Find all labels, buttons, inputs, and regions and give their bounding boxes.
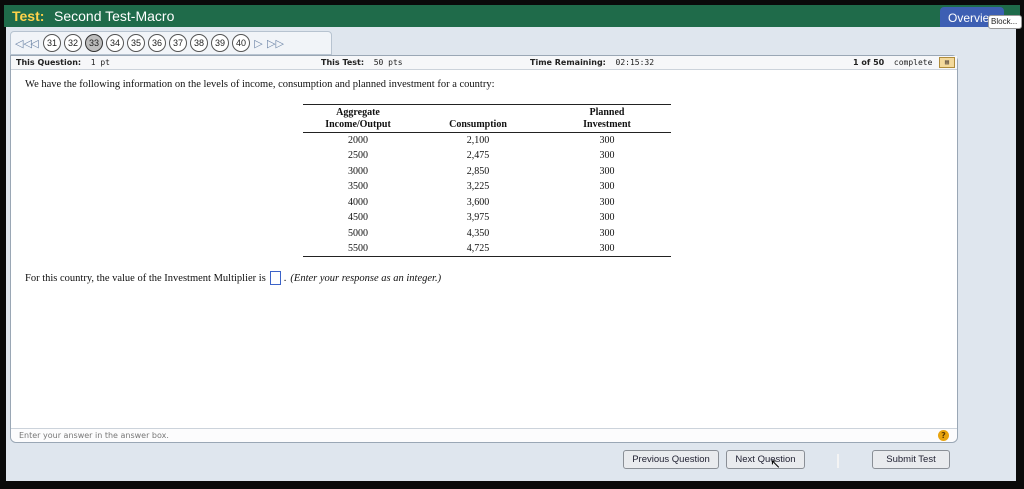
question-navigator: ◁◁ ◁ 31 32 33 34 35 36 37 38 39 40 ▷ ▷▷ — [10, 31, 332, 55]
double-left-arrow-icon[interactable]: ◁◁ — [15, 37, 32, 50]
table-row: 3500 3,225 300 — [348, 181, 615, 193]
question-number-button[interactable]: 36 — [148, 34, 166, 52]
column-header-income: Aggregate Income/Output — [325, 107, 391, 130]
table-row: 4500 3,975 300 — [348, 212, 615, 224]
question-number-button[interactable]: 31 — [43, 34, 61, 52]
question-prompt: For this country, the value of the Inves… — [25, 271, 441, 285]
prompt-text: For this country, the value of the Inves… — [25, 272, 266, 284]
table-row: 3000 2,850 300 — [348, 165, 615, 177]
income-consumption-table: Aggregate Income/Output Consumption Plann… — [303, 104, 671, 257]
divider — [837, 454, 839, 468]
question-number-button[interactable]: 40 — [232, 34, 250, 52]
table-header-row: Aggregate Income/Output Consumption Plann… — [303, 104, 671, 133]
next-question-button[interactable]: Next Question — [726, 450, 805, 469]
column-header-investment: Planned Investment — [583, 107, 631, 130]
prompt-period: . — [283, 272, 287, 284]
time-remaining: Time Remaining: 02:15:32 — [530, 58, 655, 67]
answer-hint: (Enter your response as an integer.) — [290, 272, 442, 284]
question-number-button[interactable]: 32 — [64, 34, 82, 52]
left-arrow-icon[interactable]: ◁ — [29, 37, 40, 50]
mouse-cursor-icon: ↖ — [770, 457, 781, 472]
right-arrow-icon[interactable]: ▷ — [253, 37, 264, 50]
question-number-button[interactable]: 37 — [169, 34, 187, 52]
block-tooltip: Block... — [988, 15, 1022, 29]
current-question-number-button[interactable]: 33 — [85, 34, 103, 52]
test-label: Test: — [12, 8, 45, 24]
table-row: 2000 2,100 300 — [348, 135, 615, 146]
submit-test-button[interactable]: Submit Test — [872, 450, 950, 469]
question-panel: This Question: 1 pt This Test: 50 pts Ti… — [10, 55, 958, 443]
help-icon[interactable]: ? — [938, 430, 949, 441]
table-row: 5000 4,350 300 — [348, 227, 615, 239]
previous-question-button[interactable]: Previous Question — [623, 450, 719, 469]
answer-input[interactable] — [269, 271, 281, 285]
double-right-arrow-icon[interactable]: ▷▷ — [267, 37, 284, 50]
question-number-button[interactable]: 34 — [106, 34, 124, 52]
question-number-button[interactable]: 38 — [190, 34, 208, 52]
table-row: 4000 3,600 300 — [348, 196, 615, 208]
table-row: 5500 4,725 300 — [303, 241, 671, 257]
test-title: Second Test-Macro — [54, 8, 175, 24]
test-canvas: ◁◁ ◁ 31 32 33 34 35 36 37 38 39 40 ▷ ▷▷ … — [6, 27, 1016, 481]
column-header-consumption: Consumption — [449, 119, 507, 130]
table-row: 2500 2,475 300 — [348, 150, 615, 162]
status-text: Enter your answer in the answer box. — [19, 431, 169, 440]
question-number-button[interactable]: 35 — [127, 34, 145, 52]
progress-details-icon[interactable]: ▦ — [939, 57, 955, 68]
progress-status: 1 of 50 complete — [853, 58, 933, 67]
question-points: This Question: 1 pt — [16, 58, 110, 67]
question-intro: We have the following information on the… — [25, 79, 495, 90]
test-points: This Test: 50 pts — [321, 58, 403, 67]
question-info-bar: This Question: 1 pt This Test: 50 pts Ti… — [11, 56, 957, 70]
status-bar: Enter your answer in the answer box. ? — [11, 428, 957, 442]
question-number-button[interactable]: 39 — [211, 34, 229, 52]
test-title-bar: Test: Second Test-Macro Overview — [4, 5, 1020, 27]
